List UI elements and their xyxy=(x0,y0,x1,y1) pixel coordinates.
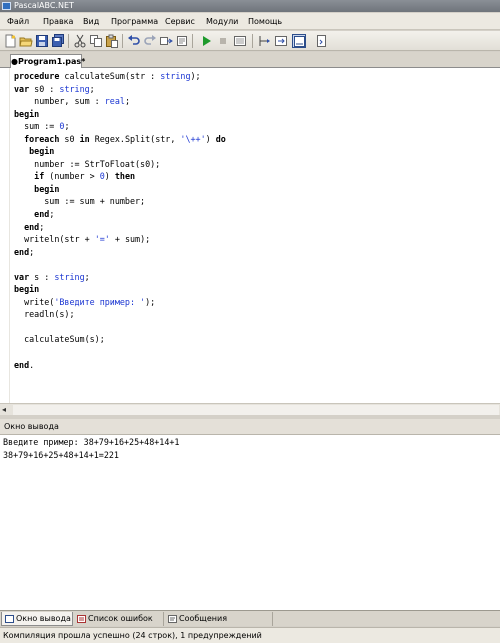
step-icon[interactable] xyxy=(258,34,272,48)
undo-icon[interactable] xyxy=(127,34,141,48)
code-line[interactable]: end; xyxy=(14,208,226,221)
code-line[interactable]: begin xyxy=(14,283,226,296)
help-icon[interactable] xyxy=(315,34,329,48)
redo-icon[interactable] xyxy=(143,34,157,48)
code-line[interactable]: ​ xyxy=(14,321,226,334)
error-list-icon xyxy=(77,615,86,623)
code-editor[interactable]: procedure calculateSum(str : string); var… xyxy=(0,68,500,403)
scroll-track[interactable] xyxy=(13,405,499,415)
menu-modules[interactable]: Модули xyxy=(206,13,238,30)
code-line[interactable]: readln(s); xyxy=(14,308,226,321)
open-folder-icon[interactable] xyxy=(19,34,33,48)
code-line[interactable]: begin xyxy=(14,183,226,196)
code-line[interactable]: end; xyxy=(14,246,226,259)
output-line: 38+79+16+25+48+14+1=221 xyxy=(3,450,119,460)
code-text[interactable]: procedure calculateSum(str : string); var… xyxy=(14,70,226,371)
code-line[interactable]: begin xyxy=(14,108,226,121)
compiler-messages-icon xyxy=(168,615,177,623)
tab-program1[interactable]: ●Program1.pas* xyxy=(10,54,85,68)
tab-compiler-messages[interactable]: Сообщения компилятора xyxy=(165,612,273,637)
output-window-icon[interactable] xyxy=(292,34,306,48)
output-panel[interactable]: Введите пример: 38+79+16+25+48+14+1 38+79… xyxy=(0,435,500,610)
tab-error-list[interactable]: Список ошибок xyxy=(74,612,164,626)
menu-view[interactable]: Вид xyxy=(83,13,99,30)
tab-label: Окно вывода xyxy=(16,614,71,623)
scroll-left-icon[interactable]: ◂ xyxy=(2,405,12,415)
code-line[interactable]: begin xyxy=(14,145,226,158)
debug-window-icon[interactable] xyxy=(233,34,247,48)
bottom-tab-strip: Окно вывода Список ошибок Сообщения комп… xyxy=(0,610,500,637)
title-bar: PascalABC.NET xyxy=(0,0,500,12)
output-line: Введите пример: 38+79+16+25+48+14+1 xyxy=(3,437,180,447)
run-icon[interactable] xyxy=(199,34,213,48)
menu-file[interactable]: Файл xyxy=(7,13,29,30)
menu-edit[interactable]: Правка xyxy=(43,13,73,30)
app-icon xyxy=(2,2,11,10)
tab-output-window[interactable]: Окно вывода xyxy=(1,612,73,626)
code-line[interactable]: var s : string; xyxy=(14,271,226,284)
code-line[interactable]: procedure calculateSum(str : string); xyxy=(14,70,226,83)
compile-icon[interactable] xyxy=(159,34,173,48)
copy-icon[interactable] xyxy=(89,34,103,48)
toggle-panel-icon[interactable] xyxy=(274,34,288,48)
window-title: PascalABC.NET xyxy=(14,1,74,10)
tab-label: Список ошибок xyxy=(88,614,153,623)
menu-help[interactable]: Помощь xyxy=(248,13,282,30)
ide-window: PascalABC.NET Файл Правка Вид Программа … xyxy=(0,0,500,643)
build-icon[interactable] xyxy=(175,34,189,48)
code-line[interactable]: foreach s0 in Regex.Split(str, '\++') do xyxy=(14,133,226,146)
save-all-icon[interactable] xyxy=(51,34,65,48)
stop-icon[interactable] xyxy=(216,34,230,48)
code-line[interactable]: if (number > 0) then xyxy=(14,170,226,183)
code-line[interactable]: ​ xyxy=(14,346,226,359)
save-icon[interactable] xyxy=(35,34,49,48)
code-line[interactable]: end. xyxy=(14,359,226,372)
code-line[interactable]: sum := 0; xyxy=(14,120,226,133)
code-line[interactable]: writeln(str + '=' + sum); xyxy=(14,233,226,246)
horizontal-scrollbar[interactable]: ◂ xyxy=(0,403,500,415)
toolbar xyxy=(0,31,500,51)
menu-service[interactable]: Сервис xyxy=(165,13,195,30)
menu-bar: Файл Правка Вид Программа Сервис Модули … xyxy=(0,13,500,30)
code-line[interactable]: var s0 : string; xyxy=(14,83,226,96)
status-bar: Компиляция прошла успешно (24 строк), 1 … xyxy=(0,627,500,643)
code-line[interactable]: number := StrToFloat(s0); xyxy=(14,158,226,171)
cut-icon[interactable] xyxy=(73,34,87,48)
output-text: Введите пример: 38+79+16+25+48+14+1 38+79… xyxy=(3,436,179,462)
paste-icon[interactable] xyxy=(105,34,119,48)
code-line[interactable]: end; xyxy=(14,221,226,234)
code-line[interactable]: calculateSum(s); xyxy=(14,333,226,346)
output-panel-header: Окно вывода xyxy=(0,419,500,435)
code-line[interactable]: sum := sum + number; xyxy=(14,195,226,208)
output-window-icon xyxy=(5,615,14,623)
code-line[interactable]: write('Введите пример: '); xyxy=(14,296,226,309)
code-line[interactable]: number, sum : real; xyxy=(14,95,226,108)
code-line[interactable]: ​ xyxy=(14,258,226,271)
new-file-icon[interactable] xyxy=(3,34,17,48)
editor-gutter xyxy=(0,68,10,403)
editor-tab-strip: ●Program1.pas* xyxy=(0,52,500,68)
menu-program[interactable]: Программа xyxy=(111,13,158,30)
